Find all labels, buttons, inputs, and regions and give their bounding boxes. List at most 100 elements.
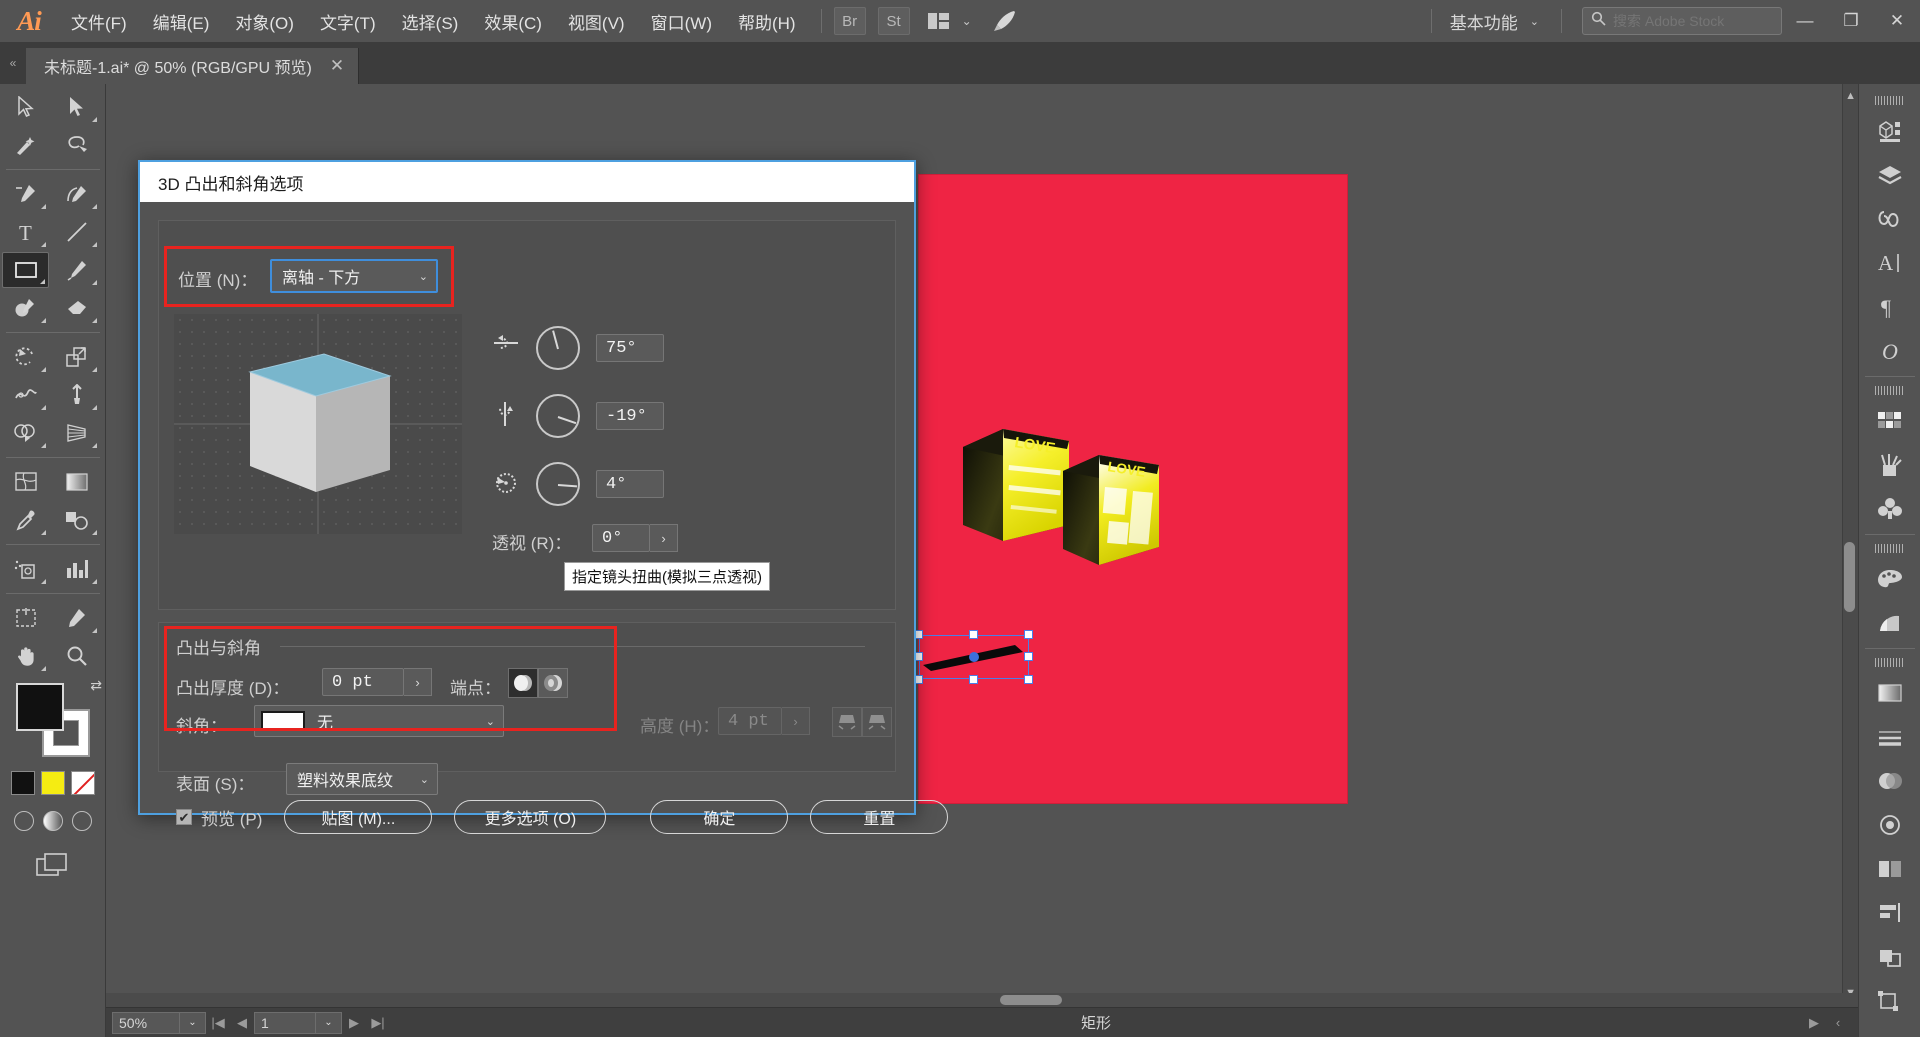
slice-tool[interactable] bbox=[53, 600, 100, 636]
pathfinder-icon[interactable] bbox=[1868, 935, 1912, 979]
surface-select[interactable]: 塑料效果底纹 ⌄ bbox=[286, 763, 438, 795]
transparency-icon[interactable] bbox=[1868, 759, 1912, 803]
bevel-select[interactable]: 无 ⌄ bbox=[254, 705, 504, 737]
map-art-button[interactable]: 贴图 (M)... bbox=[284, 800, 433, 834]
artboard[interactable]: LOVE LOVE bbox=[914, 174, 1348, 804]
close-button[interactable]: ✕ bbox=[1874, 0, 1920, 42]
menu-select[interactable]: 选择(S) bbox=[389, 0, 472, 42]
rotation-x-field[interactable]: 75° bbox=[596, 334, 664, 362]
arrange-documents-icon[interactable] bbox=[922, 0, 956, 42]
rotation-dial-x[interactable] bbox=[536, 326, 580, 370]
selection-handle[interactable] bbox=[1024, 675, 1033, 684]
bridge-button[interactable]: Br bbox=[833, 7, 866, 35]
shape-builder-tool[interactable] bbox=[2, 415, 49, 451]
page-chevron-down-icon[interactable]: ⌄ bbox=[316, 1011, 342, 1034]
panel-grip[interactable] bbox=[1874, 96, 1905, 105]
align-icon[interactable] bbox=[1868, 891, 1912, 935]
workspace-chevron-down-icon[interactable]: ⌄ bbox=[1530, 15, 1539, 28]
eraser-tool[interactable] bbox=[53, 290, 100, 326]
color-swatch-yellow[interactable] bbox=[41, 771, 65, 795]
blend-tool[interactable] bbox=[53, 502, 100, 538]
selection-handle[interactable] bbox=[969, 630, 978, 639]
stock-search-box[interactable] bbox=[1582, 7, 1782, 35]
zoom-level-field[interactable]: 50% bbox=[112, 1011, 180, 1034]
symbols-icon[interactable] bbox=[1868, 487, 1912, 531]
reset-button[interactable]: 重置 bbox=[810, 800, 949, 834]
menu-help[interactable]: 帮助(H) bbox=[725, 0, 809, 42]
status-play-icon[interactable]: ▶ bbox=[1802, 1011, 1826, 1035]
layers-icon[interactable] bbox=[1868, 153, 1912, 197]
selection-handle[interactable] bbox=[969, 675, 978, 684]
width-tool[interactable] bbox=[2, 377, 49, 413]
discover-rocket-icon[interactable] bbox=[986, 0, 1024, 42]
hand-tool[interactable] bbox=[2, 638, 49, 674]
panel-collapse-icon[interactable]: « bbox=[0, 42, 26, 84]
line-segment-tool[interactable] bbox=[53, 214, 100, 250]
artboard-number-field[interactable]: 1 bbox=[254, 1011, 316, 1034]
close-icon[interactable]: ✕ bbox=[330, 56, 344, 76]
selection-handle[interactable] bbox=[1024, 630, 1033, 639]
magic-wand-tool[interactable] bbox=[2, 127, 49, 163]
color-swatch-black[interactable] bbox=[11, 771, 35, 795]
arrange-chevron-down-icon[interactable]: ⌄ bbox=[956, 0, 978, 42]
perspective-field[interactable]: 0° bbox=[592, 524, 650, 552]
fill-stroke-widget[interactable]: ⇄ bbox=[16, 677, 102, 757]
stroke-icon[interactable] bbox=[1868, 715, 1912, 759]
color-palette-icon[interactable] bbox=[1868, 557, 1912, 601]
panel-grip[interactable] bbox=[1874, 658, 1905, 667]
gradient-icon[interactable] bbox=[1868, 671, 1912, 715]
rotation-dial-y[interactable] bbox=[536, 394, 580, 438]
menu-view[interactable]: 视图(V) bbox=[555, 0, 638, 42]
prev-page-icon[interactable]: ◀ bbox=[230, 1011, 254, 1035]
extrude-bevel-dialog[interactable]: 3D 凸出和斜角选项 位置 (N)： 离轴 - 下方 ⌄ 75° -19° 4°… bbox=[138, 160, 949, 834]
scroll-up-icon[interactable]: ▲ bbox=[1845, 90, 1856, 102]
glyphs-icon[interactable]: O bbox=[1868, 329, 1912, 373]
extrude-depth-field[interactable]: 0 pt bbox=[322, 668, 404, 696]
menu-object[interactable]: 对象(O) bbox=[222, 0, 307, 42]
symbol-sprayer-tool[interactable] bbox=[2, 551, 49, 587]
cap-solid-icon[interactable] bbox=[508, 668, 538, 698]
horizontal-scrollbar-thumb[interactable] bbox=[1000, 995, 1062, 1005]
color-swatch-none[interactable] bbox=[71, 771, 95, 795]
scale-tool[interactable] bbox=[53, 339, 100, 375]
libraries-icon[interactable] bbox=[1868, 197, 1912, 241]
zoom-chevron-down-icon[interactable]: ⌄ bbox=[180, 1011, 206, 1034]
stock-button[interactable]: St bbox=[877, 7, 910, 35]
first-page-icon[interactable]: |◀ bbox=[206, 1011, 230, 1035]
paragraph-icon[interactable]: ¶ bbox=[1868, 285, 1912, 329]
rotation-dial-z[interactable] bbox=[536, 462, 580, 506]
bevel-height-field[interactable]: 4 pt bbox=[718, 707, 782, 735]
gradient-mode-button[interactable] bbox=[43, 811, 63, 831]
gradient-tool[interactable] bbox=[53, 464, 100, 500]
selection-center-point[interactable] bbox=[969, 652, 979, 662]
direct-selection-tool[interactable] bbox=[53, 89, 100, 125]
color-mode-button[interactable] bbox=[14, 811, 34, 831]
document-tab[interactable]: 未标题-1.ai* @ 50% (RGB/GPU 预览) ✕ bbox=[26, 48, 360, 84]
position-select[interactable]: 离轴 - 下方 ⌄ bbox=[270, 259, 438, 293]
menu-file[interactable]: 文件(F) bbox=[58, 0, 140, 42]
status-left-icon[interactable]: ‹ bbox=[1826, 1011, 1850, 1035]
fill-swatch[interactable] bbox=[16, 683, 64, 731]
brushes-icon[interactable] bbox=[1868, 443, 1912, 487]
rotate-tool[interactable] bbox=[2, 339, 49, 375]
preview-checkbox[interactable]: ✔ bbox=[176, 809, 192, 825]
appearance-icon[interactable] bbox=[1868, 803, 1912, 847]
shaper-tool[interactable] bbox=[2, 290, 49, 326]
character-icon[interactable]: A bbox=[1868, 241, 1912, 285]
bevel-extent-out-icon[interactable] bbox=[832, 707, 862, 737]
artboard-tool[interactable] bbox=[2, 600, 49, 636]
graphic-styles-icon[interactable] bbox=[1868, 847, 1912, 891]
selected-object-group[interactable] bbox=[914, 630, 1033, 684]
extrude-depth-stepper-button[interactable]: › bbox=[404, 668, 432, 696]
perspective-grid-tool[interactable] bbox=[53, 415, 100, 451]
menu-effect[interactable]: 效果(C) bbox=[471, 0, 555, 42]
transform-icon[interactable] bbox=[1868, 979, 1912, 1023]
selection-handle[interactable] bbox=[1024, 652, 1033, 661]
properties-icon[interactable] bbox=[1868, 109, 1912, 153]
ok-button[interactable]: 确定 bbox=[650, 800, 789, 834]
rotation-z-field[interactable]: 4° bbox=[596, 470, 664, 498]
panel-grip[interactable] bbox=[1874, 386, 1905, 395]
perspective-stepper-button[interactable]: › bbox=[650, 524, 678, 552]
zoom-tool[interactable] bbox=[53, 638, 100, 674]
selection-tool[interactable] bbox=[2, 89, 49, 125]
